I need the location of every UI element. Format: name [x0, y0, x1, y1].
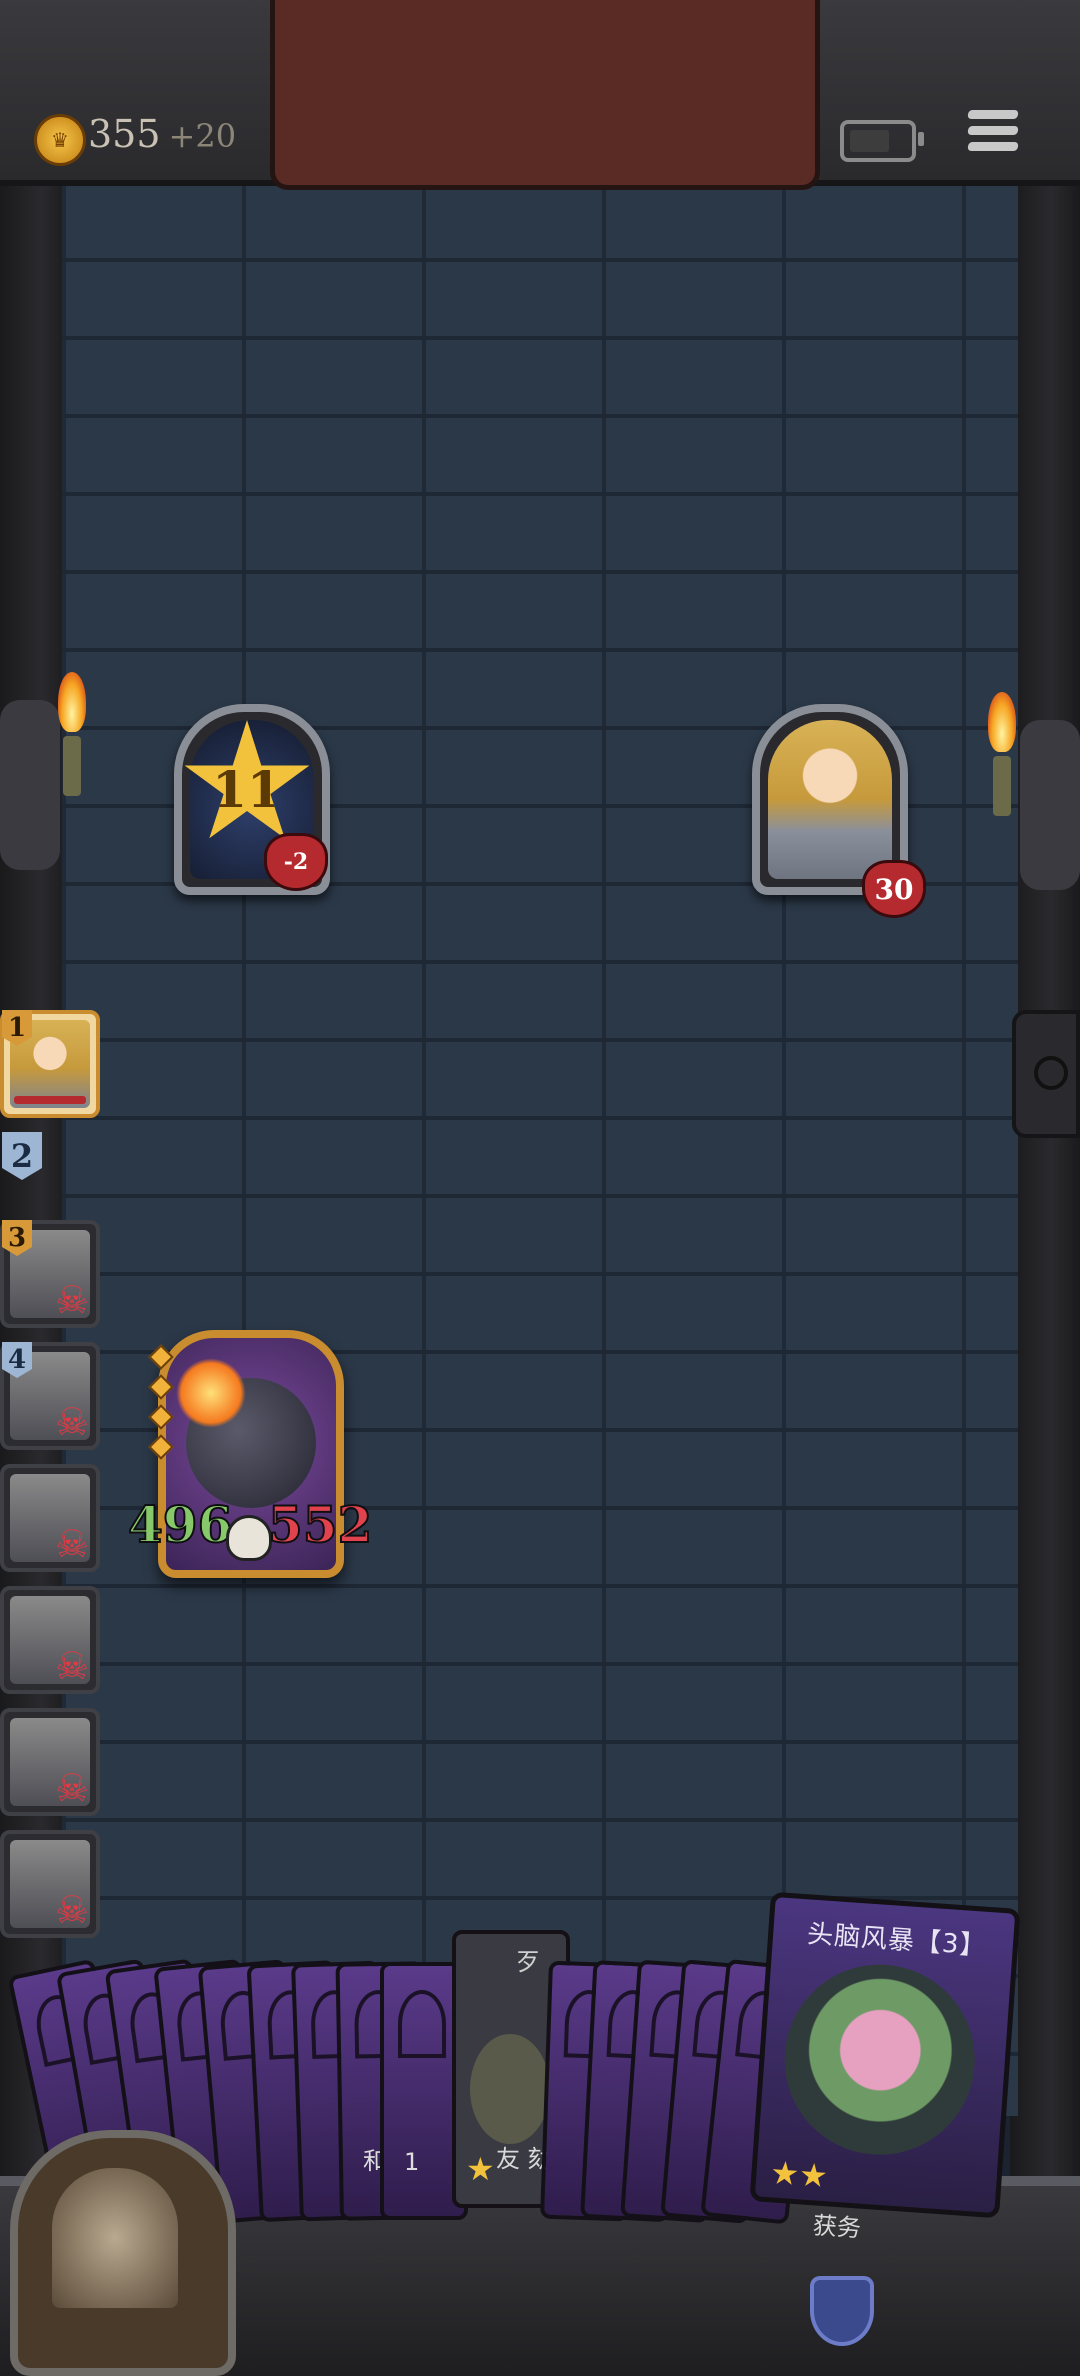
enemy-level: 11 [212, 759, 282, 819]
zombie-brain-art [778, 1958, 982, 2162]
enemy-heart-value: -2 [283, 849, 309, 875]
queue-item-7[interactable]: ☠ [0, 1708, 100, 1816]
card-art [470, 2034, 550, 2144]
queue-item-1[interactable]: 1 [0, 1010, 100, 1118]
coin-amount: 355 [88, 112, 161, 156]
shield-icon[interactable] [810, 2276, 874, 2346]
skull-icon: ☠ [54, 1644, 90, 1688]
right-torch-icon [982, 692, 1022, 832]
skull-icon: ☠ [54, 1522, 90, 1566]
right-frame [1010, 0, 1080, 2376]
queue-hp-bar [14, 1096, 86, 1104]
queue-item-4[interactable]: 4 ☠ [0, 1342, 100, 1450]
skull-icon: ☠ [54, 1400, 90, 1444]
skull-icon [226, 1515, 272, 1561]
menu-icon[interactable] [967, 110, 1019, 160]
hero-face [768, 720, 892, 879]
hero-heart: 30 [862, 860, 926, 918]
card-featured-1[interactable]: 头脑风暴【3】 ★★ 获务 [749, 1891, 1021, 2243]
queue-item-2: 2 [2, 1132, 42, 1180]
turn-queue: 1 2 3 ☠ 4 ☠ ☠ ☠ ☠ ☠ [0, 1010, 110, 1952]
side-door[interactable] [1012, 1010, 1080, 1138]
battery-icon [840, 120, 924, 162]
coin-counter: 355 +20 [88, 112, 236, 156]
top-door[interactable] [270, 0, 820, 190]
flame-icon [176, 1358, 246, 1428]
dungeon-wall [62, 180, 1018, 2116]
monster-health: 552 [267, 1494, 373, 1555]
star-icon: ★★ [769, 2153, 830, 2196]
crown-coin-icon: ♛ [34, 114, 86, 166]
queue-item-5[interactable]: ☠ [0, 1464, 100, 1572]
star-icon: ★ [466, 2150, 495, 2188]
card-title: 歹 [516, 1948, 540, 1976]
card-desc: 获务 [811, 2211, 862, 2243]
coin-bonus: +20 [168, 117, 237, 155]
card-label: 1 [404, 2148, 420, 2176]
hero-hp: 30 [874, 872, 914, 906]
monster-attack: 496 [127, 1494, 233, 1555]
skull-icon: ☠ [54, 1278, 90, 1322]
queue-item-6[interactable]: ☠ [0, 1586, 100, 1694]
card-title: 头脑风暴【3】 [806, 1919, 988, 1962]
queue-item-3[interactable]: 3 ☠ [0, 1220, 100, 1328]
deck-pile[interactable] [10, 2130, 236, 2376]
pips [148, 1344, 174, 1468]
right-sconce [1020, 720, 1080, 890]
left-sconce [0, 700, 60, 870]
left-torch-icon [52, 672, 92, 812]
enemy-heart: -2 [264, 833, 328, 891]
skull-icon: ☠ [54, 1766, 90, 1810]
deck-window [52, 2168, 178, 2308]
